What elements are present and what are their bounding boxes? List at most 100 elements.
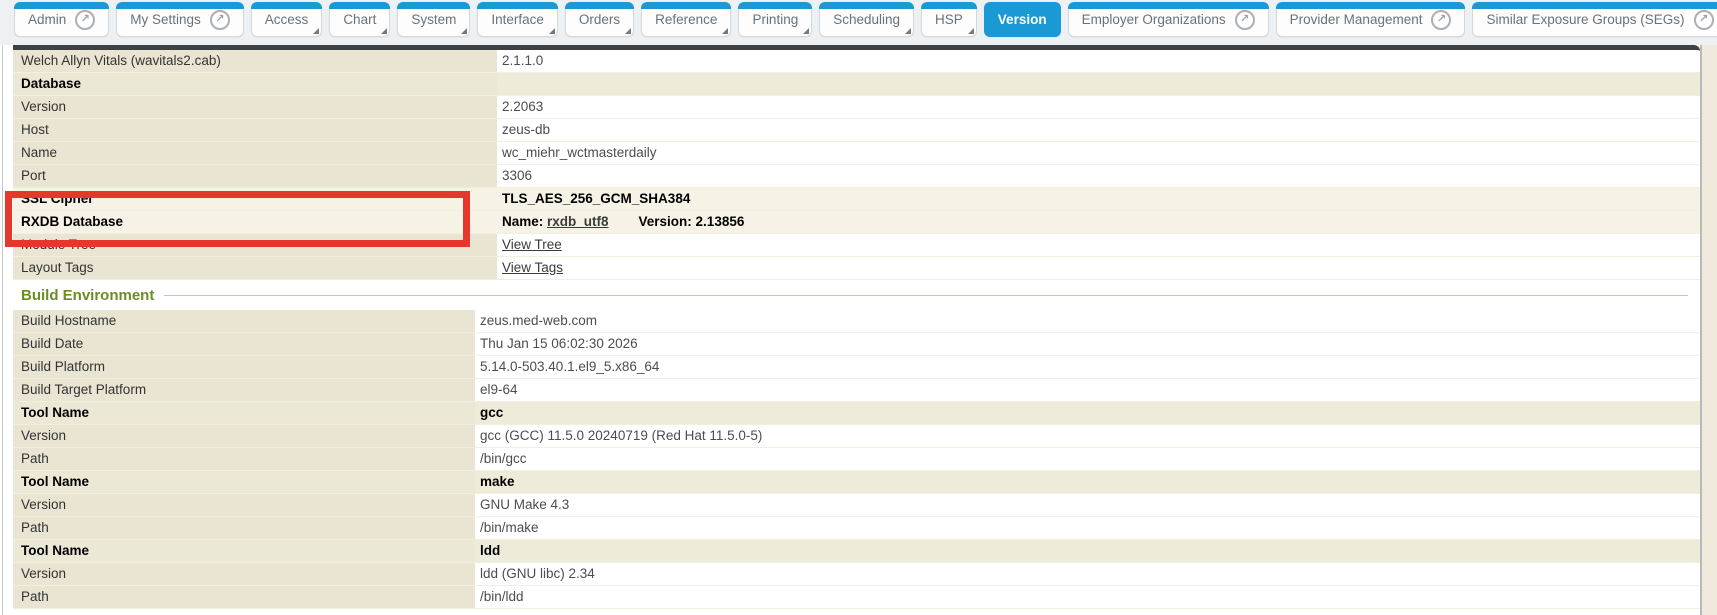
row-label: Database xyxy=(13,73,497,95)
tab-printing[interactable]: Printing xyxy=(738,3,812,37)
row-value: /bin/gcc xyxy=(475,448,1700,470)
row-value: zeus-db xyxy=(497,119,1700,141)
row-value: ldd xyxy=(475,540,1700,562)
dropdown-corner-icon xyxy=(381,28,387,34)
tab-top-accent xyxy=(1276,2,1466,9)
row-value: gcc xyxy=(475,402,1700,424)
tab-top-accent xyxy=(921,2,977,9)
right-gutter xyxy=(1702,45,1717,615)
row-value: wc_miehr_wctmasterdaily xyxy=(497,142,1700,164)
tab-label: Similar Exposure Groups (SEGs) xyxy=(1486,12,1684,27)
row-value: View Tags xyxy=(497,257,1700,279)
table-row: Name wc_miehr_wctmasterdaily xyxy=(13,142,1700,165)
external-link-icon[interactable]: ↗ xyxy=(75,10,95,30)
row-value: ldd (GNU libc) 2.34 xyxy=(475,563,1700,585)
row-value: gcc (GCC) 11.5.0 20240719 (Red Hat 11.5.… xyxy=(475,425,1700,447)
row-label: Host xyxy=(13,119,497,141)
dropdown-corner-icon xyxy=(313,28,319,34)
left-frame-line xyxy=(2,45,3,615)
table-row: Layout Tags View Tags xyxy=(13,257,1700,280)
tab-provider-management[interactable]: Provider Management ↗ xyxy=(1276,3,1466,37)
row-label: Build Platform xyxy=(13,356,475,378)
row-value: TLS_AES_256_GCM_SHA384 xyxy=(497,188,1700,210)
tab-system[interactable]: System xyxy=(397,3,470,37)
tab-top-accent xyxy=(984,2,1061,9)
table-row: Build Target Platform el9-64 xyxy=(13,379,1700,402)
tab-label: System xyxy=(411,12,456,27)
table-row: Tool Name make xyxy=(13,471,1700,494)
tab-label: Access xyxy=(265,12,309,27)
external-link-icon[interactable]: ↗ xyxy=(210,10,230,30)
external-link-icon[interactable]: ↗ xyxy=(1431,10,1451,30)
table-row: Tool Name gcc xyxy=(13,402,1700,425)
row-value xyxy=(497,73,1700,95)
table-row: RXDB Database Name: rxdb_utf8Version: 2.… xyxy=(13,211,1700,234)
tab-employer-organizations[interactable]: Employer Organizations ↗ xyxy=(1068,3,1269,37)
table-row: Version GNU Make 4.3 xyxy=(13,494,1700,517)
row-label: Tool Name xyxy=(13,402,475,424)
tab-label: Interface xyxy=(491,12,544,27)
rxdb-name-link[interactable]: rxdb_utf8 xyxy=(547,214,609,229)
tab-top-accent xyxy=(477,2,558,9)
row-value: GNU Make 4.3 xyxy=(475,494,1700,516)
tab-label: Scheduling xyxy=(833,12,900,27)
tab-label: Reference xyxy=(655,12,717,27)
tab-top-accent xyxy=(14,2,109,9)
table-row: Port 3306 xyxy=(13,165,1700,188)
tab-top-accent xyxy=(565,2,634,9)
tab-scheduling[interactable]: Scheduling xyxy=(819,3,914,37)
table-row: Welch Allyn Vitals (wavitals2.cab) 2.1.1… xyxy=(13,50,1700,73)
tab-my-settings[interactable]: My Settings ↗ xyxy=(116,3,244,37)
row-label: Path xyxy=(13,586,475,608)
value-part: Name: xyxy=(502,214,547,229)
tab-label: Employer Organizations xyxy=(1082,12,1226,27)
value-link[interactable]: View Tags xyxy=(502,260,563,275)
row-value: make xyxy=(475,471,1700,493)
row-label: Tool Name xyxy=(13,471,475,493)
tab-chart[interactable]: Chart xyxy=(329,3,390,37)
row-label: Version xyxy=(13,425,475,447)
table-row: Version 2.2063 xyxy=(13,96,1700,119)
tab-top-accent xyxy=(251,2,323,9)
row-label: Name xyxy=(13,142,497,164)
table-row: Build Platform 5.14.0-503.40.1.el9_5.x86… xyxy=(13,356,1700,379)
table-row: Host zeus-db xyxy=(13,119,1700,142)
row-label: Version xyxy=(13,494,475,516)
build-environment-heading: Build Environment xyxy=(13,280,1700,310)
row-value: /bin/make xyxy=(475,517,1700,539)
dropdown-corner-icon xyxy=(625,28,631,34)
row-label: Build Target Platform xyxy=(13,379,475,401)
tab-top-accent xyxy=(329,2,390,9)
tab-label: Version xyxy=(998,12,1047,27)
external-link-icon[interactable]: ↗ xyxy=(1235,10,1255,30)
row-label: SSL Cipher xyxy=(13,188,497,210)
tab-hsp[interactable]: HSP xyxy=(921,3,977,37)
external-link-icon[interactable]: ↗ xyxy=(1694,10,1714,30)
build-environment-table: Build Hostname zeus.med-web.com Build Da… xyxy=(13,310,1700,609)
tab-top-accent xyxy=(819,2,914,9)
row-value: Name: rxdb_utf8 Version: 2.13856 xyxy=(497,211,1700,233)
tab-access[interactable]: Access xyxy=(251,3,323,37)
row-value: Thu Jan 15 06:02:30 2026 xyxy=(475,333,1700,355)
row-label: Path xyxy=(13,448,475,470)
tab-orders[interactable]: Orders xyxy=(565,3,634,37)
dropdown-corner-icon xyxy=(905,28,911,34)
tab-interface[interactable]: Interface xyxy=(477,3,558,37)
row-label: Layout Tags xyxy=(13,257,497,279)
row-value: el9-64 xyxy=(475,379,1700,401)
tab-top-accent xyxy=(738,2,812,9)
value-link[interactable]: View Tree xyxy=(502,237,562,252)
table-row: Version gcc (GCC) 11.5.0 20240719 (Red H… xyxy=(13,425,1700,448)
row-label: Version xyxy=(13,96,497,118)
tab-reference[interactable]: Reference xyxy=(641,3,731,37)
value-part: Version: 2.13856 xyxy=(639,214,745,229)
row-label: Port xyxy=(13,165,497,187)
dropdown-corner-icon xyxy=(461,28,467,34)
table-row: Version ldd (GNU libc) 2.34 xyxy=(13,563,1700,586)
row-label: Tool Name xyxy=(13,540,475,562)
row-label: Build Hostname xyxy=(13,310,475,332)
tab-version[interactable]: Version xyxy=(984,3,1061,37)
row-label: Module Tree xyxy=(13,234,497,256)
tab-admin[interactable]: Admin ↗ xyxy=(14,3,109,37)
tab-similar-exposure-groups-segs[interactable]: Similar Exposure Groups (SEGs) ↗ xyxy=(1472,3,1717,37)
